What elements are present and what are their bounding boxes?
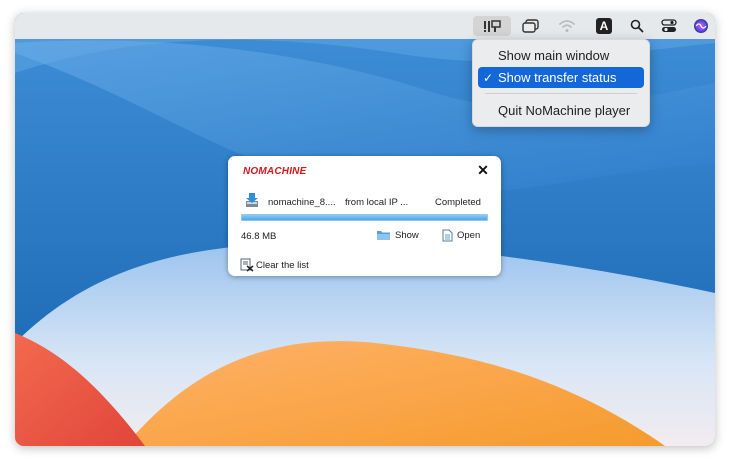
desktop-screen: A Show main window ✓ Show transfer statu… <box>15 13 715 446</box>
show-button[interactable]: Show <box>376 229 419 241</box>
window-icon[interactable] <box>519 16 543 36</box>
siri-icon[interactable] <box>689 16 713 36</box>
nomachine-logo: NOMACHINE <box>243 166 307 177</box>
transfer-progress-fill <box>242 215 487 220</box>
transfer-file-name: nomachine_8.... <box>268 197 336 208</box>
download-icon <box>245 192 259 208</box>
control-center-icon[interactable] <box>657 16 681 36</box>
open-button[interactable]: Open <box>442 229 480 242</box>
clear-list-button[interactable]: Clear the list <box>240 258 309 272</box>
transfer-source: from local IP ... <box>345 197 409 208</box>
folder-icon <box>377 231 390 240</box>
nomachine-menu: Show main window ✓ Show transfer status … <box>472 39 650 127</box>
checkmark-icon: ✓ <box>483 70 494 85</box>
menu-item-show-transfer-status[interactable]: ✓ Show transfer status <box>478 67 644 88</box>
document-icon <box>442 229 453 242</box>
wifi-icon[interactable] <box>555 16 579 36</box>
clear-list-icon <box>240 258 254 272</box>
menu-item-quit[interactable]: Quit NoMachine player <box>478 100 644 121</box>
nomachine-icon[interactable] <box>473 16 511 36</box>
transfer-status: Completed <box>435 197 481 208</box>
close-icon[interactable]: ✕ <box>476 162 490 178</box>
menu-bar: A <box>15 13 715 39</box>
keyboard-input-icon[interactable]: A <box>592 16 616 36</box>
search-icon[interactable] <box>625 16 649 36</box>
menu-separator <box>485 93 637 94</box>
transfer-size: 46.8 MB <box>241 231 277 242</box>
menu-item-show-main-window[interactable]: Show main window <box>478 45 644 66</box>
transfer-status-panel: NOMACHINE ✕ nomachine_8.... from local I… <box>228 156 501 276</box>
transfer-progress-bar <box>241 214 488 221</box>
